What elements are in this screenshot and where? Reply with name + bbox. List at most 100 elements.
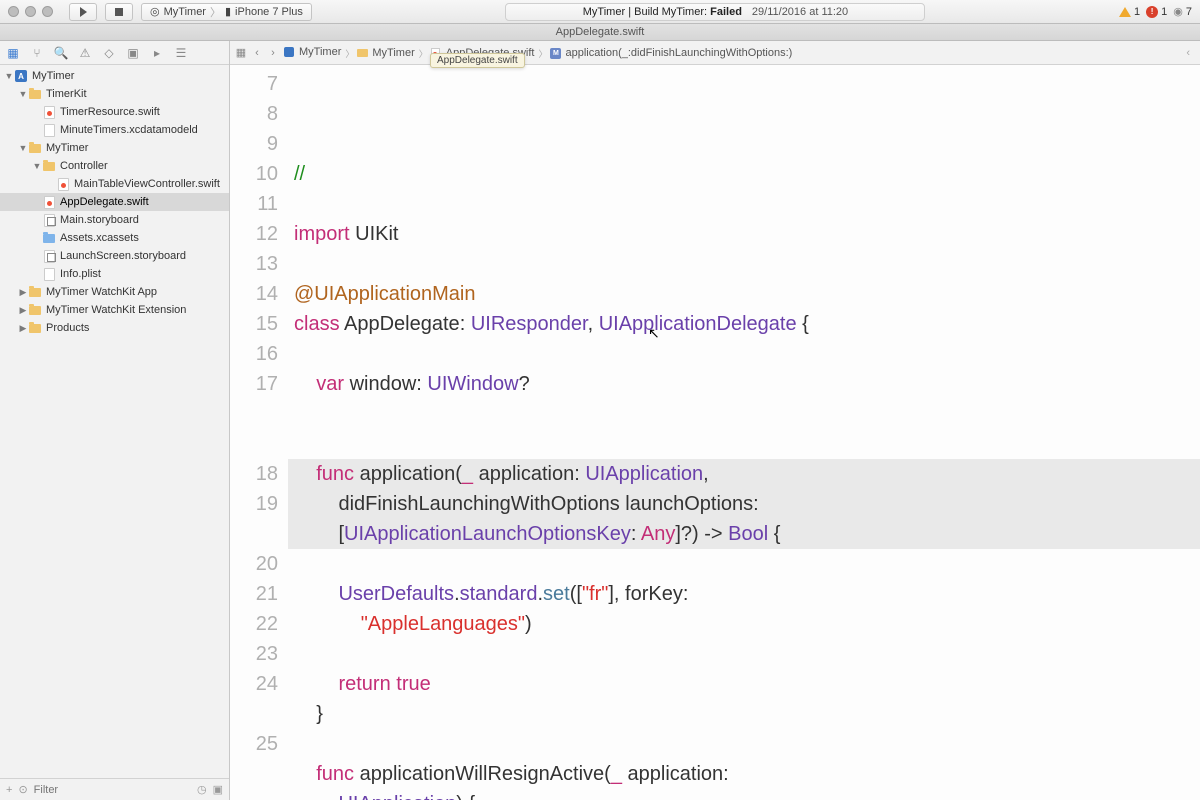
search-navigator-icon[interactable]: 🔍 [54,46,68,60]
tree-row[interactable]: TimerResource.swift [0,103,229,121]
disclosure-triangle-icon[interactable]: ▶ [18,305,28,316]
debug-navigator-icon[interactable]: ▣ [126,46,140,60]
code-line[interactable]: } [294,699,1200,729]
stop-button[interactable] [105,3,133,21]
tab-title[interactable]: AppDelegate.swift [556,26,645,38]
chevron-right-icon: 〉 [419,47,428,60]
source-control-navigator-icon[interactable]: ⑂ [30,46,44,60]
project-navigator-icon[interactable]: ▦ [6,46,20,60]
disclosure-triangle-icon[interactable]: ▶ [18,287,28,298]
code-content[interactable]: ↖ //import UIKit@UIApplicationMainclass … [288,65,1200,800]
jump-bar-overflow-icon[interactable]: ‹ [1180,47,1196,59]
code-line[interactable] [294,339,1200,369]
tree-row[interactable]: ▶ Products [0,319,229,337]
tree-label: Products [46,322,89,334]
chevron-right-icon: 〉 [538,47,547,60]
code-line[interactable] [294,249,1200,279]
main: ▦ ⑂ 🔍 ⚠ ◇ ▣ ▸ ☰ ▼AMyTimer▼TimerKitTimerR… [0,41,1200,800]
tree-row[interactable]: LaunchScreen.storyboard [0,247,229,265]
zoom-window-button[interactable] [42,6,53,17]
tree-row[interactable]: Info.plist [0,265,229,283]
crumb-label: application(_:didFinishLaunchingWithOpti… [565,47,792,59]
code-line[interactable]: didFinishLaunchingWithOptions launchOpti… [288,489,1200,519]
code-line[interactable]: return true [294,669,1200,699]
error-badge[interactable]: !1 [1146,6,1167,18]
code-line[interactable]: func application(_ application: UIApplic… [288,459,1200,489]
code-line[interactable]: func applicationWillResignActive(_ appli… [294,759,1200,789]
code-line[interactable] [294,549,1200,579]
tree-row[interactable]: ▼ MyTimer [0,139,229,157]
issues-badge[interactable]: ◉7 [1173,5,1192,18]
run-button[interactable] [69,3,97,21]
add-button[interactable]: + [6,784,12,796]
line-gutter[interactable]: 78910111213141516171819202122232425 [230,65,288,800]
breadcrumb-segment[interactable]: 〉Mapplication(_:didFinishLaunchingWithOp… [536,47,794,60]
jump-bar[interactable]: ▦ ‹ › MyTimer〉MyTimer〉AppDelegate.swift〉… [230,41,1200,65]
issue-badges[interactable]: 1 !1 ◉7 [1119,5,1192,18]
scheme-selector[interactable]: ◎ MyTimer 〉 ▮ iPhone 7 Plus [141,3,312,21]
source-editor[interactable]: 78910111213141516171819202122232425 ↖ //… [230,65,1200,800]
test-navigator-icon[interactable]: ◇ [102,46,116,60]
window-controls [8,6,53,17]
code-line[interactable] [294,399,1200,429]
target-icon: ◎ [150,5,160,18]
disclosure-triangle-icon[interactable]: ▼ [18,143,28,153]
breadcrumb-segment[interactable]: 〉MyTimer [343,47,416,60]
related-items-icon[interactable]: ▦ [234,46,248,60]
code-line[interactable]: UserDefaults.standard.set(["fr"], forKey… [294,579,1200,609]
code-line[interactable] [294,729,1200,759]
back-icon[interactable]: ‹ [250,46,264,60]
warning-badge[interactable]: 1 [1119,6,1140,18]
forward-icon[interactable]: › [266,46,280,60]
scm-filter-icon[interactable]: ▣ [213,783,223,796]
tree-label: Main.storyboard [60,214,139,226]
code-line[interactable] [294,639,1200,669]
navigator-filter-bar: + ⊙ ◷ ▣ [0,778,229,800]
filter-input[interactable] [34,784,191,796]
breakpoint-navigator-icon[interactable]: ▸ [150,46,164,60]
breadcrumb[interactable]: MyTimer〉MyTimer〉AppDelegate.swift〉Mappli… [282,46,794,60]
tree-row[interactable]: Assets.xcassets [0,229,229,247]
code-line[interactable]: import UIKit [294,219,1200,249]
tree-row[interactable]: ▼Controller [0,157,229,175]
tree-label: Info.plist [60,268,101,280]
code-line[interactable]: var window: UIWindow? [294,369,1200,399]
stop-icon [115,8,123,16]
tree-row[interactable]: ▼AMyTimer [0,67,229,85]
minimize-window-button[interactable] [25,6,36,17]
disclosure-triangle-icon[interactable]: ▶ [18,323,28,334]
crumb-icon [357,47,369,59]
play-icon [80,7,87,17]
disclosure-triangle-icon[interactable]: ▼ [4,71,14,81]
code-line[interactable]: class AppDelegate: UIResponder, UIApplic… [294,309,1200,339]
tree-label: MainTableViewController.swift [74,178,220,190]
code-line[interactable] [294,429,1200,459]
disclosure-triangle-icon[interactable]: ▼ [32,161,42,171]
issue-navigator-icon[interactable]: ⚠ [78,46,92,60]
tree-label: Assets.xcassets [60,232,139,244]
activity-status[interactable]: MyTimer | Build MyTimer: Failed 29/11/20… [505,3,925,21]
disclosure-triangle-icon[interactable]: ▼ [18,89,28,99]
navigator-sidebar: ▦ ⑂ 🔍 ⚠ ◇ ▣ ▸ ☰ ▼AMyTimer▼TimerKitTimerR… [0,41,230,800]
tree-label: MyTimer [46,142,88,154]
code-line[interactable] [294,189,1200,219]
project-tree[interactable]: ▼AMyTimer▼TimerKitTimerResource.swift Min… [0,65,229,778]
code-line[interactable]: "AppleLanguages") [294,609,1200,639]
code-line[interactable]: [UIApplicationLaunchOptionsKey: Any]?) -… [288,519,1200,549]
tree-row[interactable]: MinuteTimers.xcdatamodeld [0,121,229,139]
code-line[interactable]: // [294,159,1200,189]
clock-filter-icon[interactable]: ◷ [197,783,207,796]
tree-label: MyTimer WatchKit App [46,286,157,298]
tree-row[interactable]: MainTableViewController.swift [0,175,229,193]
tree-row[interactable]: ▼TimerKit [0,85,229,103]
code-line[interactable]: @UIApplicationMain [294,279,1200,309]
tree-row[interactable]: ▶ MyTimer WatchKit App [0,283,229,301]
tree-row[interactable]: AppDelegate.swift [0,193,229,211]
report-navigator-icon[interactable]: ☰ [174,46,188,60]
close-window-button[interactable] [8,6,19,17]
code-line[interactable]: UIApplication) { [294,789,1200,800]
tree-row[interactable]: ▶MyTimer WatchKit Extension [0,301,229,319]
breadcrumb-segment[interactable]: MyTimer [282,46,343,58]
tree-row[interactable]: Main.storyboard [0,211,229,229]
tree-label: MinuteTimers.xcdatamodeld [60,124,198,136]
